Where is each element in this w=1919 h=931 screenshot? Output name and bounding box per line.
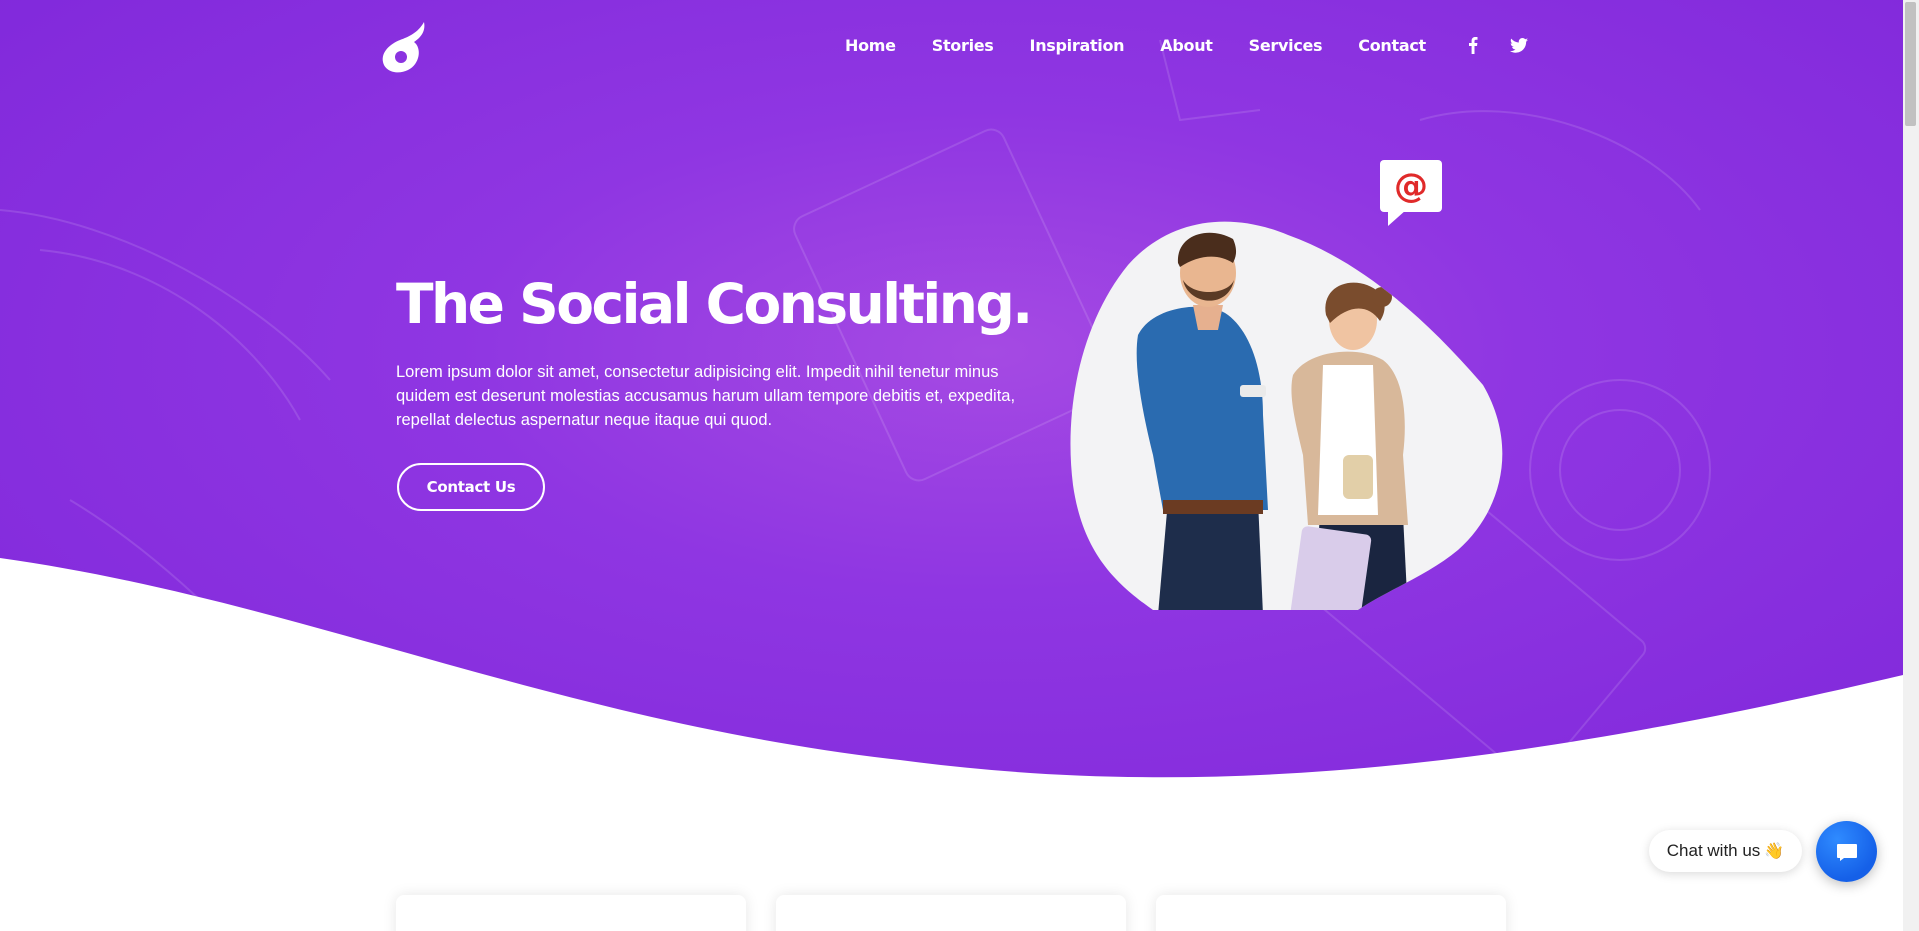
flame-drop-logo-icon xyxy=(382,22,425,73)
feature-card-1 xyxy=(396,895,746,931)
chat-with-us-pill[interactable]: Chat with us 👋 xyxy=(1649,830,1802,872)
feature-card-2 xyxy=(776,895,1126,931)
main-nav: Home Stories Inspiration About Services … xyxy=(845,34,1554,56)
hero-wave-divider xyxy=(0,558,1903,931)
chat-bubble-icon xyxy=(1836,843,1857,861)
wave-emoji-icon: 👋 xyxy=(1764,843,1785,860)
chat-open-button[interactable] xyxy=(1816,821,1877,882)
facebook-icon xyxy=(1468,37,1478,54)
nav-contact[interactable]: Contact xyxy=(1358,36,1426,55)
contact-us-button[interactable]: Contact Us xyxy=(397,463,545,511)
twitter-icon xyxy=(1509,37,1528,53)
nav-services[interactable]: Services xyxy=(1249,36,1323,55)
scrollbar-thumb[interactable] xyxy=(1905,2,1916,126)
nav-stories[interactable]: Stories xyxy=(932,36,994,55)
page-scrollbar[interactable] xyxy=(1903,0,1919,931)
feature-card-3 xyxy=(1156,895,1506,931)
facebook-link[interactable] xyxy=(1462,34,1484,56)
hero-title: The Social Consulting. xyxy=(396,272,1033,336)
chat-label: Chat with us xyxy=(1666,841,1761,860)
hero-description: Lorem ipsum dolor sit amet, consectetur … xyxy=(396,363,1016,429)
logo[interactable] xyxy=(380,20,428,76)
email-at-sign: @ xyxy=(1394,166,1428,206)
nav-about[interactable]: About xyxy=(1160,36,1213,55)
twitter-link[interactable] xyxy=(1508,34,1530,56)
page: Home Stories Inspiration About Services … xyxy=(0,0,1903,931)
nav-home[interactable]: Home xyxy=(845,36,896,55)
nav-inspiration[interactable]: Inspiration xyxy=(1030,36,1125,55)
email-bubble: @ xyxy=(1380,160,1442,226)
